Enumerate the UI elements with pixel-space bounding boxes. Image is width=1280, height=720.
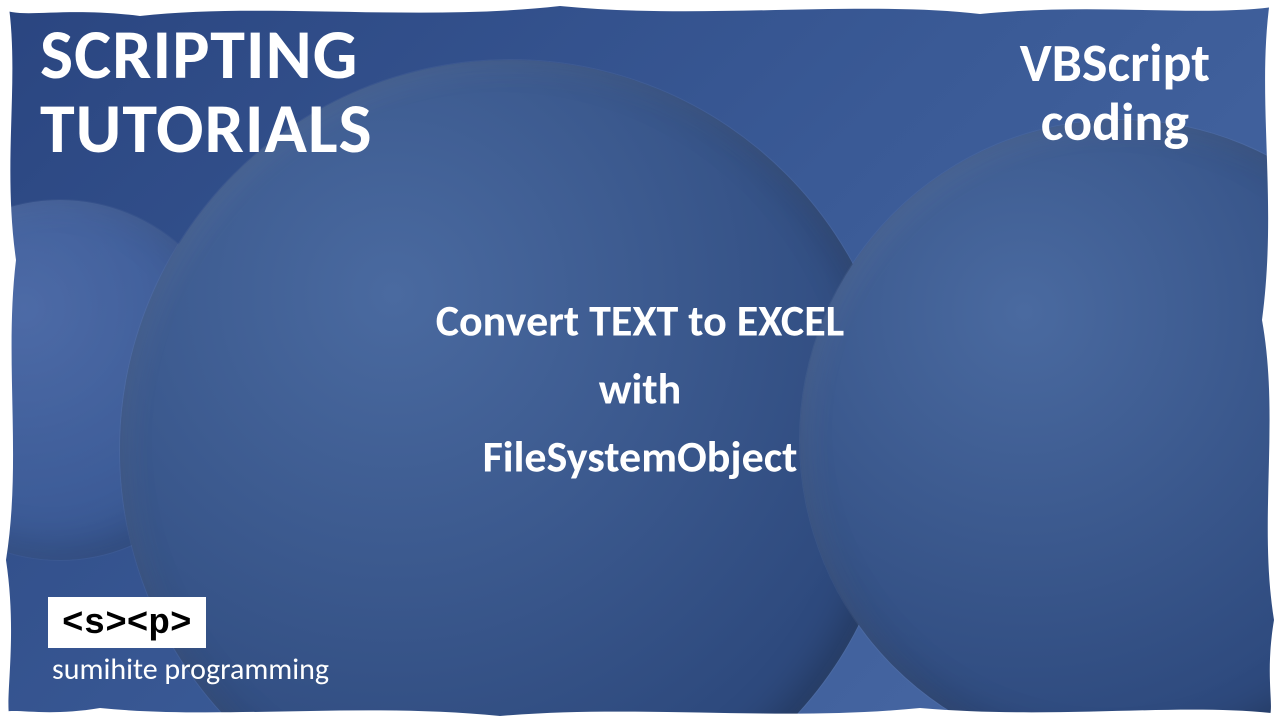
center-line1: Convert TEXT to EXCEL <box>190 287 1090 355</box>
channel-logo-text: <s><p> <box>62 603 192 644</box>
main-title-line2: TUTORIALS <box>40 92 373 166</box>
channel-logo-box: <s><p> <box>48 597 206 648</box>
center-topic: Convert TEXT to EXCEL with FileSystemObj… <box>190 287 1090 492</box>
subtitle-line1: VBScript <box>1020 34 1210 93</box>
main-title-line1: SCRIPTING <box>40 18 373 92</box>
main-title: SCRIPTING TUTORIALS <box>40 18 373 165</box>
subtitle-line2: coding <box>1020 93 1210 152</box>
channel-name: sumihite programming <box>52 651 329 688</box>
center-line3: FileSystemObject <box>190 423 1090 491</box>
center-line2: with <box>190 355 1090 423</box>
subtitle-right: VBScript coding <box>1020 34 1210 153</box>
